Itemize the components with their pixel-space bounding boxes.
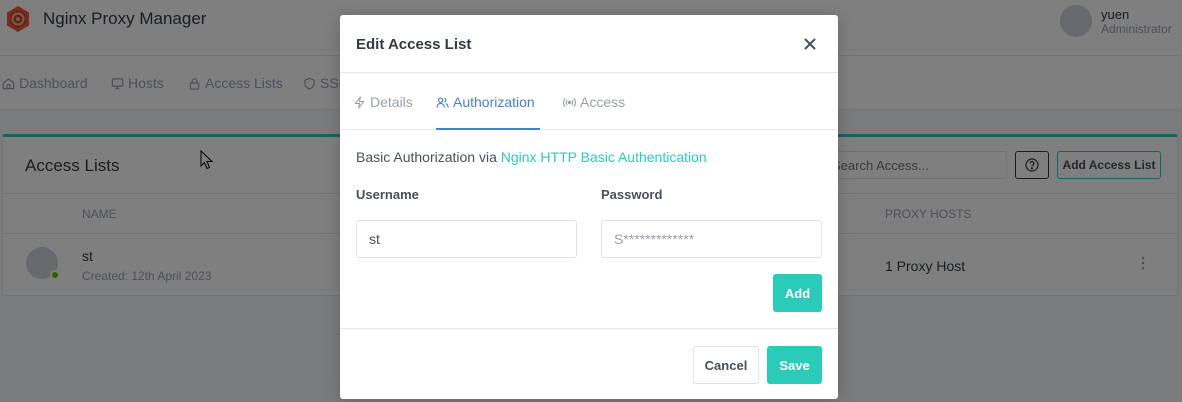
add-button[interactable]: Add (773, 274, 822, 312)
close-icon[interactable] (802, 36, 818, 52)
bolt-icon (354, 95, 365, 109)
modal-footer: Cancel Save (340, 328, 838, 399)
modal-title: Edit Access List (356, 36, 472, 53)
tab-label: Access (580, 94, 626, 110)
edit-access-list-modal: Edit Access List Details Authorization A… (340, 15, 838, 399)
tab-label: Details (370, 94, 413, 110)
save-button[interactable]: Save (767, 346, 822, 384)
tab-details[interactable]: Details (353, 93, 413, 111)
tab-authorization[interactable]: Authorization (436, 93, 535, 111)
modal-header: Edit Access List (340, 15, 838, 73)
users-icon (436, 96, 449, 108)
username-label: Username (356, 187, 419, 202)
username-input[interactable] (356, 220, 577, 258)
auth-text: Basic Authorization via (356, 149, 501, 165)
auth-description: Basic Authorization via Nginx HTTP Basic… (356, 149, 707, 165)
radio-icon (563, 97, 576, 107)
modal-tabs: Details Authorization Access (340, 73, 838, 130)
active-tab-indicator (436, 128, 540, 130)
tab-access[interactable]: Access (563, 93, 625, 111)
nginx-auth-link[interactable]: Nginx HTTP Basic Authentication (501, 149, 707, 165)
cancel-button[interactable]: Cancel (693, 346, 759, 384)
tab-label: Authorization (453, 94, 535, 110)
password-input[interactable] (601, 220, 822, 258)
password-label: Password (601, 187, 663, 202)
